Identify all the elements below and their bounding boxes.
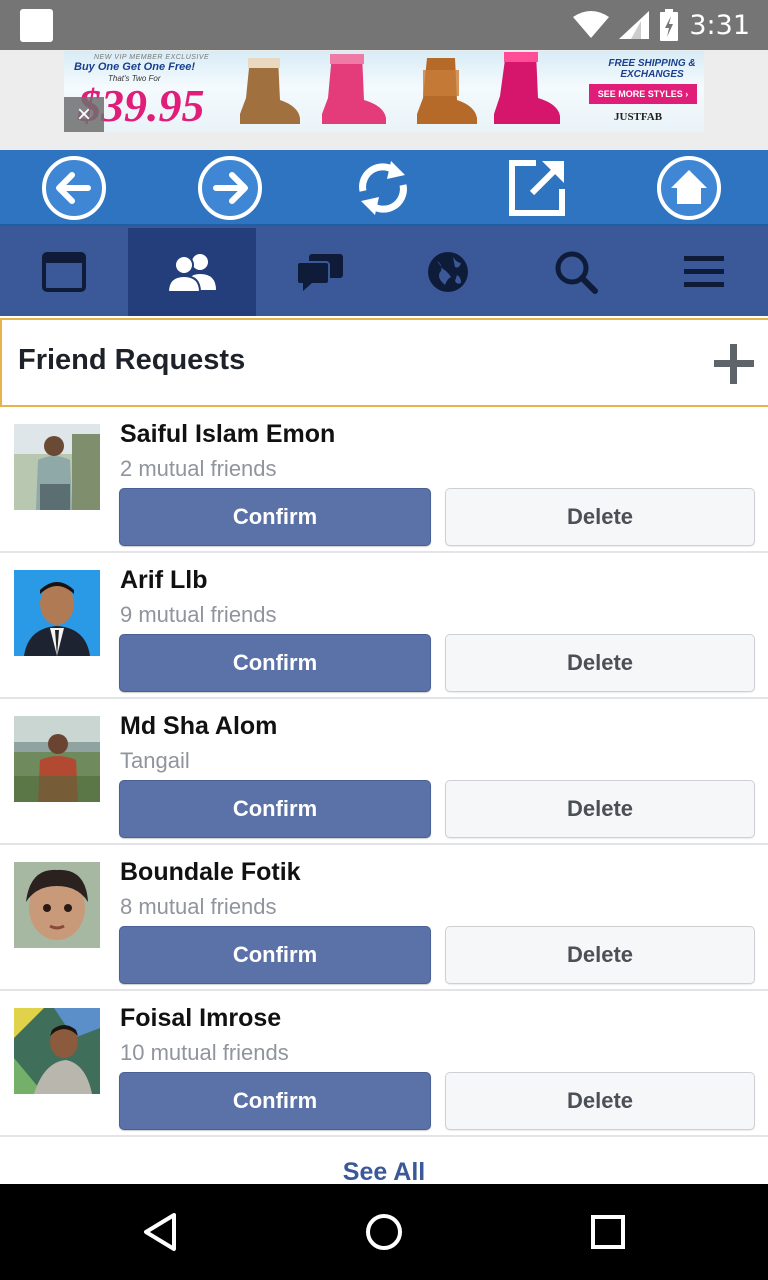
confirm-button[interactable]: Confirm: [119, 780, 431, 838]
refresh-button[interactable]: [349, 154, 417, 222]
confirm-button[interactable]: Confirm: [119, 1072, 431, 1130]
friend-name[interactable]: Saiful Islam Emon: [120, 420, 335, 449]
delete-button[interactable]: Delete: [445, 926, 755, 984]
open-external-button[interactable]: [503, 154, 571, 222]
browser-toolbar: [0, 150, 768, 226]
notifications-globe-icon: [428, 252, 468, 292]
boot-magenta-image: [494, 52, 560, 124]
refresh-icon: [359, 161, 407, 215]
home-circle-icon: [366, 1214, 402, 1250]
home-button[interactable]: [655, 154, 723, 222]
friend-requests-header: Friend Requests: [0, 318, 768, 407]
friend-request-row: Arif Llb 9 mutual friends Confirm Delete: [0, 553, 768, 699]
avatar[interactable]: [14, 570, 100, 656]
messages-icon: [296, 254, 343, 291]
friend-request-row: Md Sha Alom Tangail Confirm Delete: [0, 699, 768, 845]
back-nav-button[interactable]: [136, 1208, 184, 1256]
tab-friends[interactable]: [128, 228, 256, 316]
friend-request-row: Boundale Fotik 8 mutual friends Confirm …: [0, 845, 768, 991]
delete-button[interactable]: Delete: [445, 488, 755, 546]
avatar[interactable]: [14, 1008, 100, 1094]
avatar[interactable]: [14, 716, 100, 802]
friend-request-row: Foisal Imrose 10 mutual friends Confirm …: [0, 991, 768, 1137]
mutual-friends: 8 mutual friends: [120, 894, 277, 919]
see-all-link[interactable]: See All: [0, 1158, 768, 1187]
mutual-friends: 2 mutual friends: [120, 456, 277, 481]
forward-arrow-icon: [198, 156, 262, 220]
notification-square-icon: [20, 9, 53, 42]
facebook-nav-bar: [0, 226, 768, 316]
friend-name[interactable]: Foisal Imrose: [120, 1004, 281, 1033]
boot-fringe-image: [417, 58, 477, 124]
confirm-button[interactable]: Confirm: [119, 634, 431, 692]
avatar[interactable]: [14, 424, 100, 510]
status-bar: 3:31: [0, 0, 768, 50]
menu-icon: [684, 256, 724, 287]
search-icon: [555, 251, 598, 294]
open-external-icon: [509, 160, 565, 216]
status-time: 3:31: [689, 9, 750, 41]
boot-tan-image: [240, 58, 300, 124]
friend-name[interactable]: Md Sha Alom: [120, 712, 277, 741]
boot-pink-image: [322, 54, 386, 124]
ad-shipping: FREE SHIPPING & EXCHANGES: [608, 58, 696, 80]
tab-menu[interactable]: [640, 228, 768, 316]
home-icon: [657, 156, 721, 220]
battery-charging-icon: [660, 9, 679, 41]
ad-banner-area: NEW VIP MEMBER EXCLUSIVE Buy One Get One…: [0, 50, 768, 150]
page-title: Friend Requests: [18, 344, 246, 376]
forward-button[interactable]: [196, 154, 264, 222]
confirm-button[interactable]: Confirm: [119, 488, 431, 546]
ad-banner[interactable]: NEW VIP MEMBER EXCLUSIVE Buy One Get One…: [64, 51, 704, 132]
delete-button[interactable]: Delete: [445, 634, 755, 692]
system-nav-bar: [0, 1184, 768, 1280]
friends-icon: [166, 254, 216, 292]
friend-name[interactable]: Boundale Fotik: [120, 858, 301, 887]
tab-messages[interactable]: [256, 228, 384, 316]
ad-small-line: NEW VIP MEMBER EXCLUSIVE: [94, 54, 210, 61]
ad-brand: JUSTFAB: [614, 111, 663, 123]
back-button[interactable]: [40, 154, 108, 222]
friend-name[interactable]: Arif Llb: [120, 566, 208, 595]
add-friend-icon[interactable]: [712, 342, 756, 386]
tab-search[interactable]: [512, 228, 640, 316]
home-nav-button[interactable]: [360, 1208, 408, 1256]
tab-news-feed[interactable]: [0, 228, 128, 316]
delete-button[interactable]: Delete: [445, 1072, 755, 1130]
screen: 3:31 NEW VIP MEMBER EXCLUSIVE Buy One Ge…: [0, 0, 768, 1280]
tab-notifications[interactable]: [384, 228, 512, 316]
delete-button[interactable]: Delete: [445, 780, 755, 838]
mutual-friends: 9 mutual friends: [120, 602, 277, 627]
recents-nav-button[interactable]: [584, 1208, 632, 1256]
confirm-button[interactable]: Confirm: [119, 926, 431, 984]
ad-close-button[interactable]: ×: [64, 97, 104, 132]
status-icons: 3:31: [573, 0, 750, 50]
recents-square-icon: [591, 1215, 625, 1249]
mutual-friends: 10 mutual friends: [120, 1040, 289, 1065]
wifi-icon: [573, 11, 610, 38]
back-arrow-icon: [42, 156, 106, 220]
cell-signal-icon: [619, 11, 650, 39]
ad-cta[interactable]: SEE MORE STYLES ›: [589, 84, 697, 104]
friend-location: Tangail: [120, 748, 190, 773]
back-triangle-icon: [144, 1213, 176, 1251]
avatar[interactable]: [14, 862, 100, 948]
friend-request-row: Saiful Islam Emon 2 mutual friends Confi…: [0, 407, 768, 553]
ad-headline: Buy One Get One Free!: [74, 61, 196, 73]
news-feed-icon: [42, 252, 86, 292]
